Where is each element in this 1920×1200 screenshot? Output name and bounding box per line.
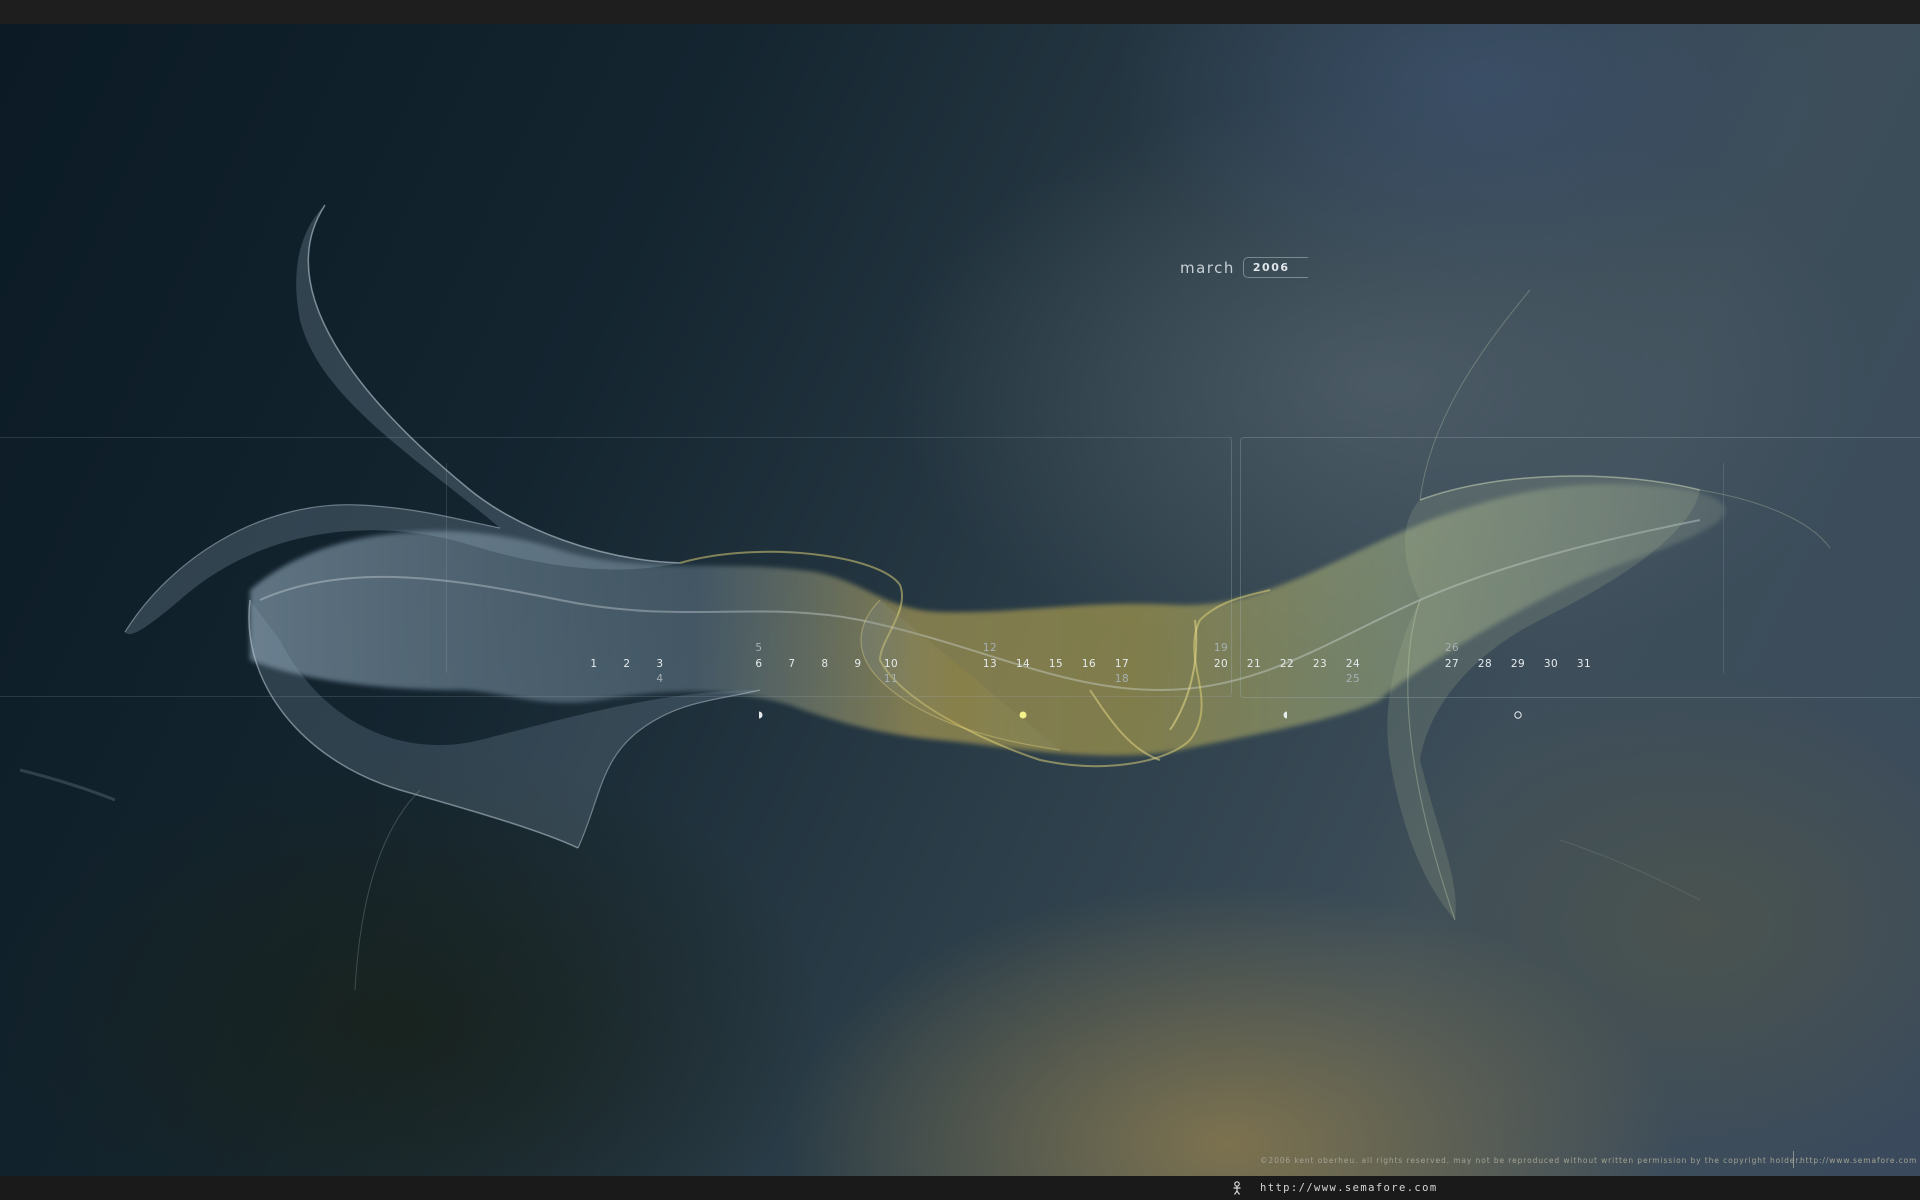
- day-7: 7: [788, 658, 796, 670]
- footer-separator: [1793, 1151, 1794, 1168]
- day-9: 9: [854, 658, 862, 670]
- day-17: 17: [1114, 658, 1130, 670]
- day-14: 14: [1015, 658, 1031, 670]
- wisp-right-low: [1559, 839, 1701, 901]
- day-12: 12: [982, 642, 998, 654]
- day-1: 1: [590, 658, 598, 670]
- day-18: 18: [1114, 673, 1130, 685]
- top-bar: [0, 0, 1920, 24]
- first-quarter-moon-icon: [759, 711, 763, 719]
- day-26: 26: [1444, 642, 1460, 654]
- day-5: 5: [755, 642, 763, 654]
- day-22: 22: [1279, 658, 1295, 670]
- guide-line-vertical-right: [1723, 463, 1724, 673]
- wisp-far-left: [19, 768, 116, 802]
- figure-icon[interactable]: [1230, 1181, 1244, 1195]
- day-3: 3: [656, 658, 664, 670]
- wallpaper-canvas: march 2006 1 2 3 4 5 6 7 8 9 10 11 12 13…: [0, 24, 1920, 1176]
- day-15: 15: [1048, 658, 1064, 670]
- day-2: 2: [623, 658, 631, 670]
- copyright-note: ©2006 kent oberheu. all rights reserved.…: [1260, 1156, 1802, 1165]
- day-10: 10: [883, 658, 899, 670]
- day-16: 16: [1081, 658, 1097, 670]
- day-25: 25: [1345, 673, 1361, 685]
- day-30: 30: [1543, 658, 1559, 670]
- day-31: 31: [1576, 658, 1592, 670]
- day-23: 23: [1312, 658, 1328, 670]
- month-label: march: [1180, 258, 1235, 277]
- day-8: 8: [821, 658, 829, 670]
- day-6: 6: [755, 658, 763, 670]
- wisp-left-down: [354, 789, 421, 991]
- footer-url[interactable]: http://www.semafore.com: [1800, 1156, 1917, 1165]
- taskbar-url[interactable]: http://www.semafore.com: [1260, 1182, 1438, 1194]
- day-13: 13: [982, 658, 998, 670]
- day-28: 28: [1477, 658, 1493, 670]
- day-4: 4: [656, 673, 664, 685]
- guide-line-bottom-left: [0, 696, 1232, 697]
- year-label: 2006: [1242, 257, 1308, 278]
- new-moon-icon: [1514, 711, 1522, 719]
- day-20: 20: [1213, 658, 1229, 670]
- guide-line-vertical-left: [446, 463, 447, 673]
- full-moon-icon: [1019, 711, 1027, 719]
- day-21: 21: [1246, 658, 1262, 670]
- day-27: 27: [1444, 658, 1460, 670]
- day-11: 11: [883, 673, 899, 685]
- day-24: 24: [1345, 658, 1361, 670]
- last-quarter-moon-icon: [1283, 711, 1287, 719]
- calendar-title: march 2006: [1180, 257, 1308, 278]
- day-29: 29: [1510, 658, 1526, 670]
- day-19: 19: [1213, 642, 1229, 654]
- bottom-bar: [0, 1176, 1920, 1200]
